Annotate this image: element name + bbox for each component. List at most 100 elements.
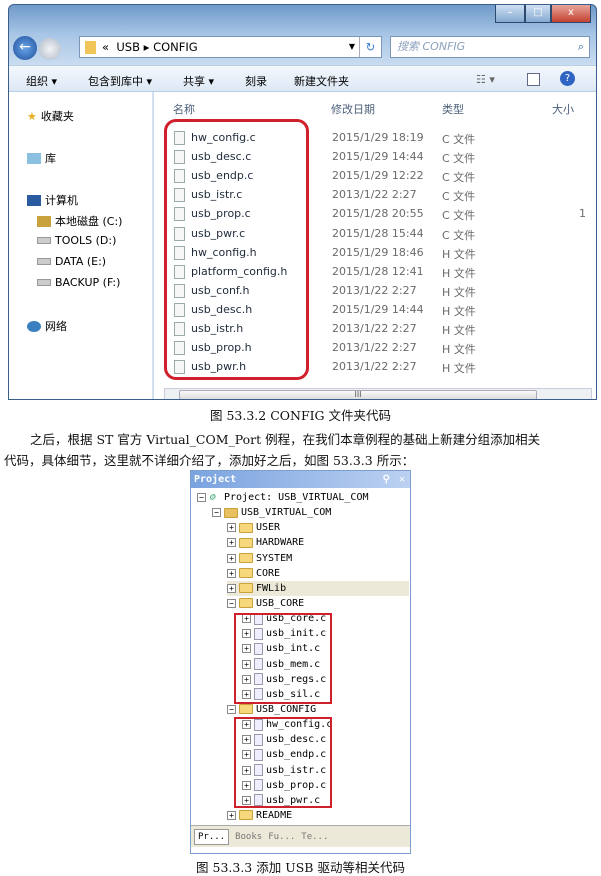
tree-item-label: CORE bbox=[256, 567, 281, 579]
file-date: 2015/1/29 14:44 bbox=[332, 150, 424, 164]
drive-icon bbox=[37, 279, 51, 286]
tree-item[interactable]: + SYSTEM bbox=[227, 551, 292, 566]
breadcrumb-overflow[interactable]: « bbox=[102, 40, 109, 54]
share-button[interactable]: 共享 ▾ bbox=[183, 73, 214, 89]
file-date: 2013/1/22 2:27 bbox=[332, 188, 417, 202]
horizontal-scrollbar[interactable]: III bbox=[164, 388, 592, 399]
tree-item-label: SYSTEM bbox=[256, 552, 293, 564]
breadcrumb-config[interactable]: CONFIG bbox=[153, 40, 198, 54]
column-name[interactable]: 名称 bbox=[173, 101, 195, 117]
maximize-button[interactable]: □ bbox=[525, 5, 551, 23]
organize-button[interactable]: 组织 ▾ bbox=[26, 73, 57, 89]
tree-item-label: USB_CORE bbox=[256, 597, 305, 609]
search-input[interactable]: 搜索 CONFIG ⌕ bbox=[390, 36, 590, 58]
tree-item-label: USB_VIRTUAL_COM bbox=[241, 507, 332, 519]
tree-item[interactable]: + README bbox=[227, 808, 292, 823]
close-icon[interactable]: ✕ bbox=[399, 471, 405, 488]
folder-icon bbox=[85, 41, 96, 54]
tree-item[interactable]: + FWLib bbox=[227, 580, 409, 596]
highlight-box bbox=[234, 613, 332, 704]
nav-drive-e[interactable]: DATA (E:) bbox=[37, 255, 106, 268]
breadcrumb-usb[interactable]: USB bbox=[116, 40, 140, 54]
file-type: H 文件 bbox=[442, 362, 476, 376]
file-date: 2013/1/22 2:27 bbox=[332, 283, 417, 297]
file-type: H 文件 bbox=[442, 343, 476, 357]
search-icon[interactable]: ⌕ bbox=[578, 37, 584, 57]
tree-item-label: USER bbox=[256, 522, 281, 534]
column-type[interactable]: 类型 bbox=[442, 101, 464, 117]
file-type: H 文件 bbox=[442, 324, 476, 337]
nav-drive-f[interactable]: BACKUP (F:) bbox=[37, 276, 120, 289]
column-date[interactable]: 修改日期 bbox=[331, 101, 375, 117]
pin-icon[interactable]: ⚲ bbox=[383, 471, 390, 488]
highlight-box bbox=[164, 119, 309, 380]
explorer-window: – □ x ← « USB ▸ CONFIG ▼ ↻ 搜索 CONFIG ⌕ 组… bbox=[8, 4, 597, 400]
new-folder-button[interactable]: 新建文件夹 bbox=[294, 73, 349, 89]
file-date: 2013/1/22 2:27 bbox=[332, 341, 417, 355]
tree-item-label: FWLib bbox=[256, 582, 287, 594]
scrollbar-thumb[interactable]: III bbox=[179, 390, 537, 399]
folder-icon bbox=[239, 522, 253, 533]
tree-item[interactable]: + USER bbox=[227, 520, 280, 535]
file-type: C 文件 bbox=[442, 228, 476, 242]
tree-item[interactable]: − USB_CONFIG bbox=[227, 702, 316, 717]
expand-icon[interactable]: + bbox=[227, 523, 236, 533]
burn-button[interactable]: 刻录 bbox=[245, 73, 267, 89]
collapse-icon[interactable]: − bbox=[212, 508, 221, 518]
back-button[interactable]: ← bbox=[13, 36, 37, 60]
tree-item[interactable]: − USB_CORE bbox=[227, 596, 304, 611]
close-button[interactable]: x bbox=[551, 5, 591, 23]
expand-icon[interactable]: + bbox=[227, 568, 236, 578]
file-type: C 文件 bbox=[442, 209, 476, 223]
preview-pane-icon[interactable] bbox=[527, 73, 540, 86]
collapse-icon[interactable]: − bbox=[227, 598, 236, 608]
refresh-icon[interactable]: ↻ bbox=[359, 37, 381, 57]
tree-item[interactable]: − USB_VIRTUAL_COM bbox=[212, 505, 331, 520]
tab-project[interactable]: Pr... bbox=[194, 828, 230, 845]
nav-computer[interactable]: 计算机 bbox=[27, 192, 78, 208]
expand-icon[interactable]: + bbox=[227, 583, 236, 593]
address-bar[interactable]: « USB ▸ CONFIG ▼ ↻ bbox=[79, 36, 382, 58]
file-date: 2015/1/28 15:44 bbox=[332, 226, 424, 240]
file-date: 2015/1/28 12:41 bbox=[332, 264, 424, 278]
nav-drive-d[interactable]: TOOLS (D:) bbox=[37, 234, 116, 247]
library-icon bbox=[27, 152, 41, 164]
expand-icon[interactable]: + bbox=[227, 810, 236, 820]
minimize-button[interactable]: – bbox=[495, 5, 525, 23]
highlight-box bbox=[234, 717, 332, 808]
nav-network[interactable]: 网络 bbox=[27, 318, 67, 334]
figure-caption-1: 图 53.3.2 CONFIG 文件夹代码 bbox=[209, 408, 392, 423]
include-library-button[interactable]: 包含到库中 ▾ bbox=[88, 73, 152, 89]
tab-functions[interactable]: Fu... bbox=[268, 832, 295, 842]
computer-icon bbox=[27, 194, 41, 206]
file-date: 2015/1/29 18:46 bbox=[332, 245, 424, 259]
tree-item[interactable]: + HARDWARE bbox=[227, 535, 304, 550]
forward-button[interactable] bbox=[39, 38, 61, 60]
figure-caption-2: 图 53.3.3 添加 USB 驱动等相关代码 bbox=[196, 860, 405, 875]
nav-drive-c[interactable]: 本地磁盘 (C:) bbox=[37, 213, 122, 229]
star-icon: ★ bbox=[27, 109, 37, 123]
file-date: 2015/1/29 18:19 bbox=[332, 131, 424, 144]
nav-libraries[interactable]: 库 bbox=[27, 150, 56, 166]
folder-icon bbox=[239, 704, 253, 715]
file-date: 2013/1/22 2:27 bbox=[332, 360, 417, 374]
chevron-down-icon[interactable]: ▼ bbox=[349, 37, 355, 57]
project-tabs: Pr... Books Fu... Te... bbox=[191, 825, 410, 847]
help-icon[interactable]: ? bbox=[560, 71, 575, 86]
expand-icon[interactable]: + bbox=[227, 538, 236, 548]
view-options-icon[interactable]: ☷ ▾ bbox=[476, 73, 495, 86]
tab-templates[interactable]: Te... bbox=[301, 832, 328, 842]
tree-item-label: HARDWARE bbox=[256, 537, 305, 549]
nav-favorites[interactable]: ★ 收藏夹 bbox=[27, 108, 74, 124]
collapse-icon[interactable]: − bbox=[227, 704, 236, 714]
paragraph-line-1: 之后，根据 ST 官方 Virtual_COM_Port 例程，在我们本章例程的… bbox=[30, 432, 541, 447]
navigation-pane: ★ 收藏夹 库 计算机 本地磁盘 (C:) TOOLS (D:) DATA (E:… bbox=[9, 92, 153, 399]
tree-item[interactable]: + CORE bbox=[227, 566, 280, 581]
tree-item[interactable]: − ⚙ Project: USB_VIRTUAL_COM bbox=[197, 490, 369, 505]
column-size[interactable]: 大小 bbox=[552, 101, 574, 117]
collapse-icon[interactable]: − bbox=[197, 493, 206, 502]
tab-books[interactable]: Books bbox=[235, 832, 262, 842]
file-type: C 文件 bbox=[442, 190, 476, 204]
file-size: 1 bbox=[579, 207, 586, 221]
expand-icon[interactable]: + bbox=[227, 553, 236, 563]
